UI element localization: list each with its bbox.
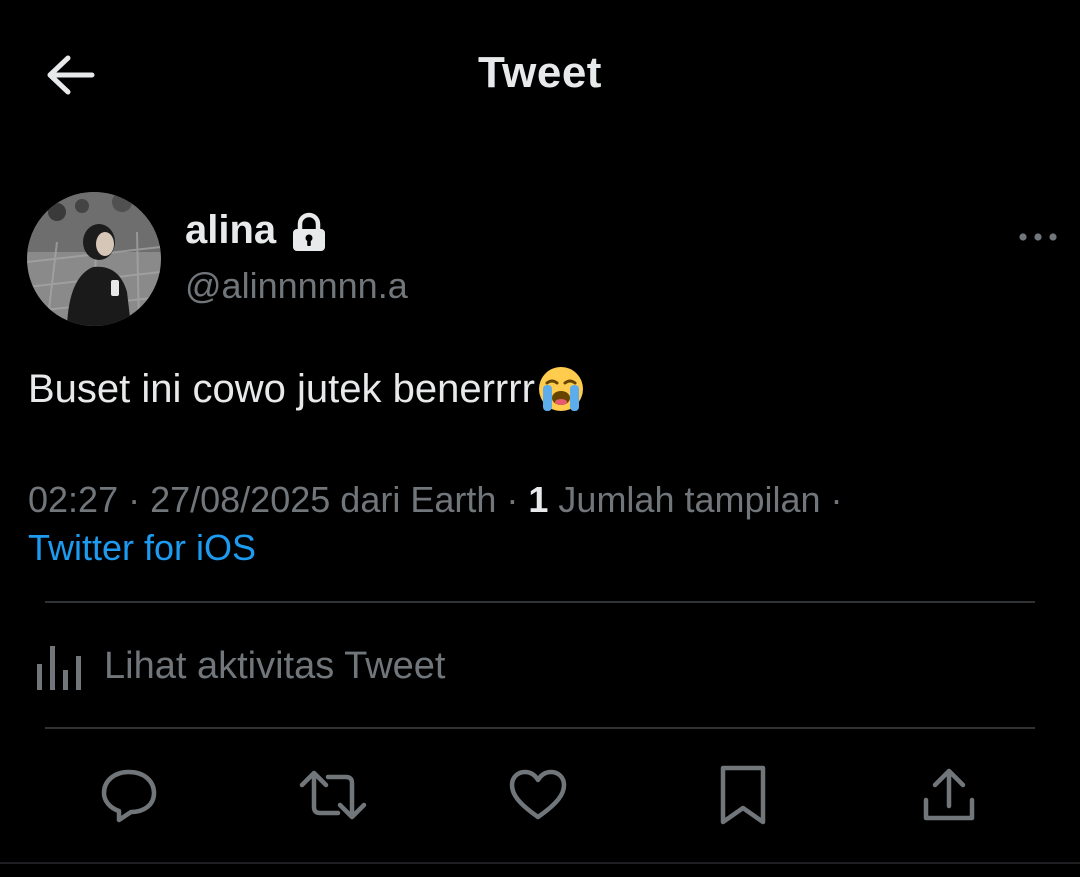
meta-separator: ·: [820, 479, 843, 520]
loudly-crying-face-icon: [538, 367, 583, 411]
views-count: 1: [528, 479, 549, 520]
like-button[interactable]: [503, 760, 573, 830]
bookmark-icon: [720, 765, 766, 825]
page-title: Tweet: [478, 48, 602, 97]
tweet-location: dari Earth: [340, 479, 497, 520]
author-name-row: alina: [185, 208, 328, 253]
tweet-time: 02:27: [28, 479, 119, 520]
author-handle[interactable]: @alinnnnnn.a: [185, 265, 408, 307]
activity-label: Lihat aktivitas Tweet: [104, 644, 446, 687]
divider: [45, 601, 1035, 603]
retweet-icon: [299, 770, 367, 820]
lock-icon: [293, 212, 326, 251]
share-icon: [923, 768, 975, 821]
bottom-divider: [0, 862, 1080, 864]
retweet-button[interactable]: [298, 760, 368, 830]
more-options-button[interactable]: [1010, 220, 1066, 254]
reply-button[interactable]: [94, 760, 164, 830]
more-horizontal-icon: [1019, 233, 1057, 241]
tweet-body: Buset ini cowo jutek benerrrr: [28, 366, 535, 411]
views-label: Jumlah tampilan: [558, 479, 821, 520]
tweet-source-link[interactable]: Twitter for iOS: [28, 526, 256, 570]
view-tweet-activity-button[interactable]: Lihat aktivitas Tweet: [34, 640, 445, 692]
avatar[interactable]: [27, 192, 161, 326]
tweet-date: 27/08/2025: [150, 479, 331, 520]
heart-icon: [509, 769, 567, 820]
analytics-bars-icon: [37, 646, 81, 690]
bookmark-button[interactable]: [708, 760, 778, 830]
tweet-action-bar: [0, 760, 1080, 830]
meta-separator: ·: [118, 479, 151, 520]
tweet-metadata: 02:27 · 27/08/2025 dari Earth · 1 Jumlah…: [28, 478, 843, 522]
tweet-text: Buset ini cowo jutek benerrrr: [28, 365, 585, 413]
reply-icon: [101, 769, 157, 823]
share-button[interactable]: [914, 760, 984, 830]
divider: [45, 727, 1035, 729]
author-name[interactable]: alina: [185, 208, 276, 253]
meta-separator: ·: [496, 479, 529, 520]
